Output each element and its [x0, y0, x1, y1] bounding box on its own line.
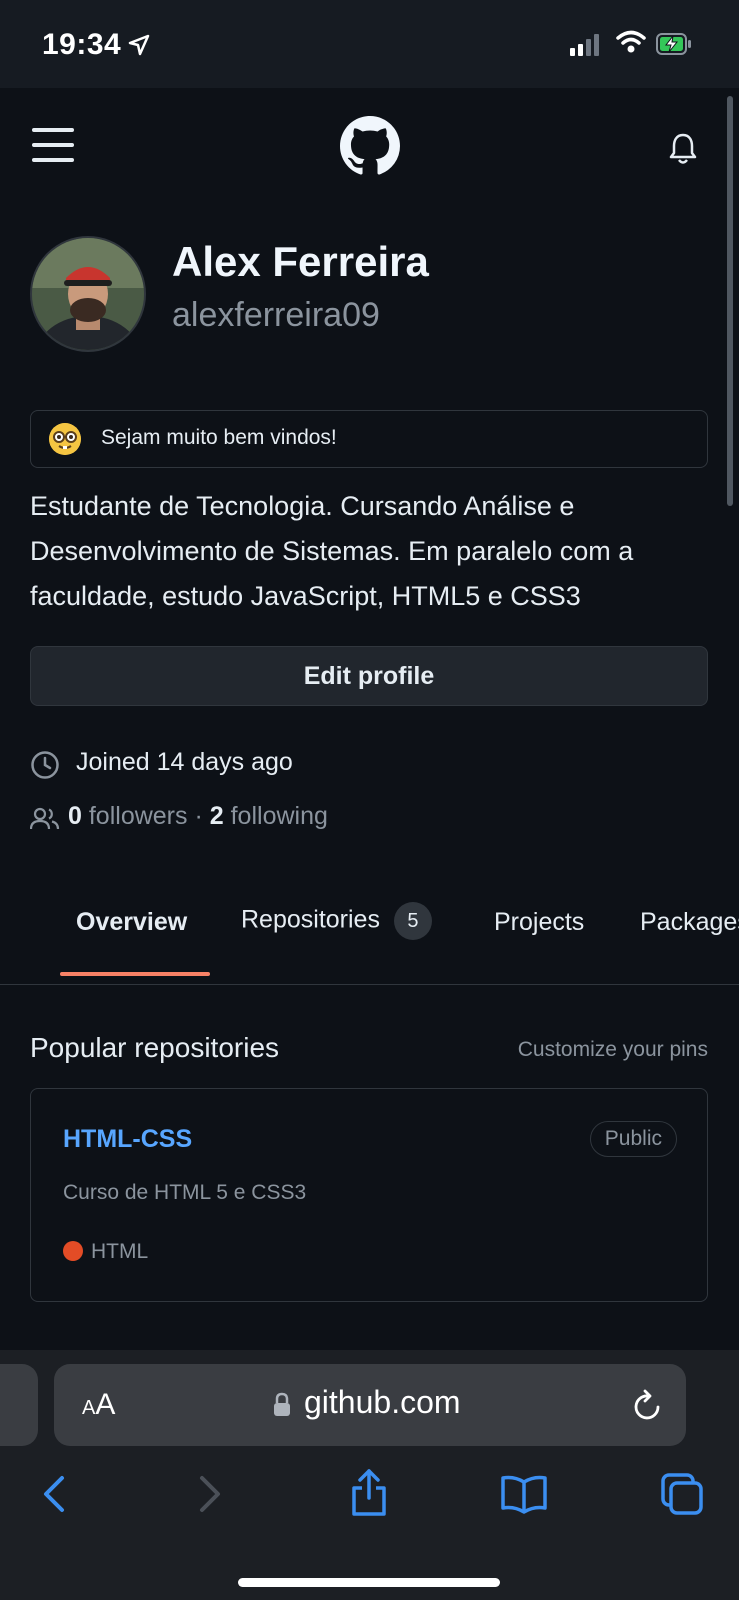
reload-icon[interactable]: [632, 1388, 664, 1422]
clock-icon: [31, 751, 59, 779]
back-arrow-icon[interactable]: [40, 1474, 66, 1514]
edit-profile-button[interactable]: Edit profile: [30, 646, 708, 706]
avatar[interactable]: [30, 236, 146, 352]
active-tab-indicator: [60, 972, 210, 976]
wifi-icon: [616, 30, 646, 53]
profile-bio: Estudante de Tecnologia. Cursando Anális…: [30, 491, 634, 611]
aa-big: A: [95, 1388, 116, 1421]
cellular-signal-icon: [570, 34, 599, 56]
lock-icon: [274, 1392, 290, 1416]
repo-name-link[interactable]: HTML-CSS: [63, 1125, 192, 1154]
profile-tabs: Overview Repositories 5 Projects Packages: [0, 878, 739, 985]
repo-language: HTML: [91, 1240, 149, 1263]
tab-overview[interactable]: Overview: [76, 908, 187, 937]
battery-charging-icon: [656, 33, 691, 55]
visibility-badge: Public: [589, 1121, 677, 1157]
tab-repositories[interactable]: Repositories 5: [241, 902, 432, 940]
following-count: 2: [209, 802, 224, 830]
tab-packages[interactable]: Packages: [640, 908, 739, 937]
status-message: Sejam muito bem vindos!: [101, 426, 337, 449]
github-logo-icon[interactable]: [340, 116, 400, 176]
followers-following-text[interactable]: 0 followers · 2 following: [68, 802, 328, 831]
profile-username: alexferreira09: [172, 296, 380, 334]
page-scrollbar[interactable]: [727, 96, 733, 506]
followers-count: 0: [68, 802, 82, 830]
location-arrow-icon: [128, 34, 150, 56]
avatar-photo: [32, 238, 144, 350]
status-bar: 19:34: [0, 0, 739, 88]
joined-text: Joined 14 days ago: [76, 748, 293, 776]
repo-card: HTML-CSS Public Curso de HTML 5 e CSS3 H…: [30, 1088, 708, 1302]
url-text: github.com: [304, 1384, 461, 1420]
previous-tab-preview[interactable]: [0, 1364, 38, 1446]
repositories-counter: 5: [393, 902, 432, 940]
forward-arrow-icon[interactable]: [198, 1474, 224, 1514]
bookmarks-icon[interactable]: [500, 1474, 548, 1514]
people-icon: [30, 807, 60, 830]
followers-label: followers: [88, 802, 188, 830]
notifications-bell-icon[interactable]: [668, 132, 698, 166]
tab-repositories-label: Repositories: [241, 905, 380, 934]
separator-dot: ·: [194, 802, 203, 830]
github-profile-page: Alex Ferreira alexferreira09 Sejam muito…: [0, 88, 739, 1350]
reader-text-size-button[interactable]: AA: [82, 1388, 115, 1422]
home-indicator[interactable]: [238, 1578, 500, 1587]
nerd-face-emoji-icon: [49, 423, 81, 455]
customize-pins-link[interactable]: Customize your pins: [518, 1038, 708, 1062]
aa-small: A: [82, 1397, 96, 1419]
language-color-dot: [63, 1241, 83, 1261]
hamburger-menu-icon[interactable]: [32, 128, 74, 162]
share-icon[interactable]: [348, 1468, 390, 1518]
address-bar[interactable]: AA github.com: [54, 1364, 686, 1446]
following-label: following: [230, 802, 328, 830]
tab-projects[interactable]: Projects: [494, 908, 584, 937]
user-status[interactable]: Sejam muito bem vindos!: [30, 410, 708, 468]
repo-description: Curso de HTML 5 e CSS3: [63, 1181, 307, 1204]
popular-repositories-heading: Popular repositories: [30, 1032, 280, 1063]
browser-toolbar: AA github.com: [0, 1350, 739, 1600]
profile-name: Alex Ferreira: [172, 238, 429, 285]
status-time: 19:34: [42, 28, 122, 61]
tabs-overview-icon[interactable]: [660, 1472, 704, 1516]
